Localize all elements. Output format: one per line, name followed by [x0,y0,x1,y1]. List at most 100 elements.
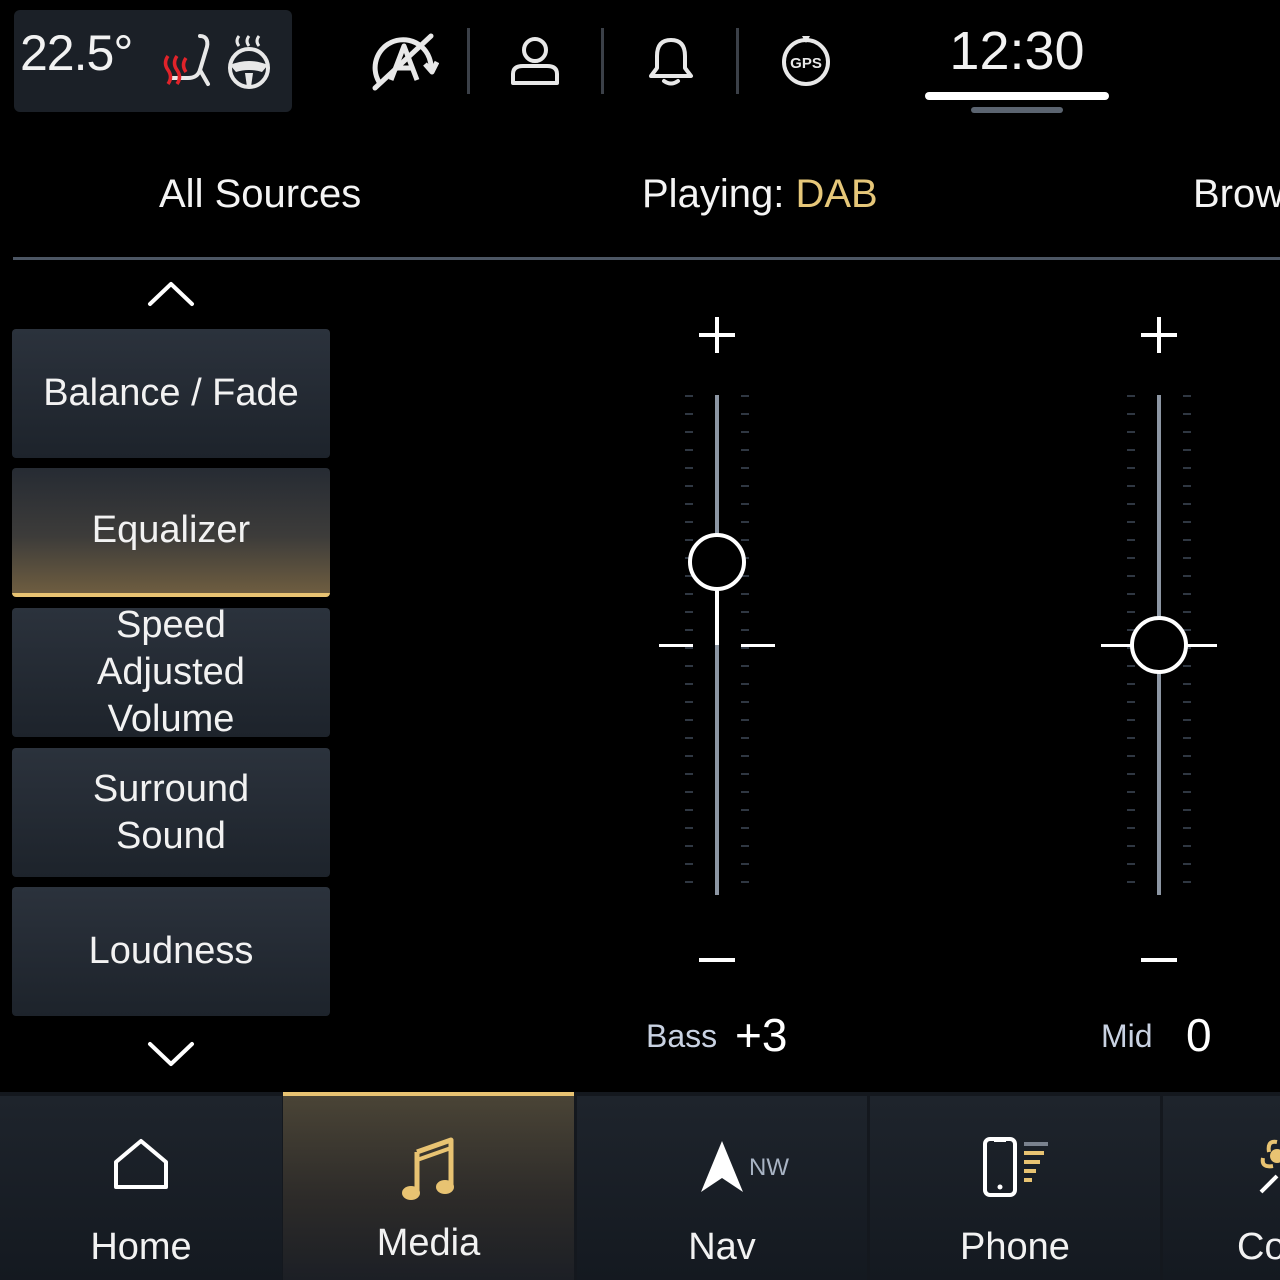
profile-icon[interactable] [510,36,560,86]
menu-surround-sound[interactable]: Surround Sound [12,748,330,877]
slider-tick [1183,863,1191,865]
slider-tick [685,521,693,523]
slider-tick [1183,773,1191,775]
slider-tick [685,863,693,865]
status-divider [467,28,470,94]
slider-tick [1127,539,1135,541]
slider-tick [1127,683,1135,685]
slider-tick [685,737,693,739]
slider-tick [741,755,749,757]
slider-tick [1127,719,1135,721]
status-divider [601,28,604,94]
slider-tick [741,395,749,397]
bass-knob[interactable] [688,532,746,591]
slider-tick [741,737,749,739]
slider-tick [1127,773,1135,775]
slider-tick [1127,485,1135,487]
slider-tick [741,521,749,523]
slider-tick [1183,485,1191,487]
slider-tick [741,683,749,685]
mid-minus-button[interactable] [1139,951,1179,969]
auto-stop-off-icon[interactable] [369,30,439,92]
gps-icon[interactable]: GPS [780,34,832,88]
slider-tick [741,701,749,703]
slider-tick [1127,809,1135,811]
bass-track[interactable] [715,395,719,895]
clock-underline-secondary [971,107,1063,113]
slider-tick [1127,827,1135,829]
nav-nav[interactable]: NW Nav [577,1096,867,1280]
slider-tick [1183,611,1191,613]
slider-tick [1183,557,1191,559]
slider-tick [1183,665,1191,667]
tab-playing[interactable]: Playing: DAB [642,172,878,217]
slider-tick [685,413,693,415]
slider-tick [685,773,693,775]
slider-tick [685,701,693,703]
slider-tick [1183,881,1191,883]
navigation-arrow-icon [577,1138,867,1196]
slider-tick [685,503,693,505]
slider-tick [1127,881,1135,883]
slider-tick [1183,719,1191,721]
nav-nav-label: Nav [688,1226,756,1268]
menu-speed-adjusted-volume[interactable]: Speed Adjusted Volume [12,604,330,740]
nav-home-label: Home [90,1226,192,1268]
mid-knob[interactable] [1130,616,1188,674]
slider-tick [1127,449,1135,451]
slider-tick [741,647,749,649]
slider-tick [1183,395,1191,397]
nav-climate[interactable]: Co [1163,1096,1280,1280]
slider-tick [1127,431,1135,433]
slider-tick [685,791,693,793]
nav-home[interactable]: Home [0,1096,282,1280]
slider-tick [685,827,693,829]
playing-prefix: Playing: [642,172,785,216]
nav-phone[interactable]: Phone [870,1096,1160,1280]
menu-balance-fade[interactable]: Balance / Fade [12,329,330,458]
slider-tick [685,845,693,847]
slider-tick [1183,593,1191,595]
slider-tick [1183,845,1191,847]
slider-tick [1183,503,1191,505]
menu-loudness[interactable]: Loudness [12,887,330,1016]
scroll-up-chevron-icon[interactable] [147,280,195,308]
slider-tick [1127,557,1135,559]
slider-tick [685,647,693,649]
nav-media[interactable]: Media [283,1092,574,1280]
nav-phone-label: Phone [960,1226,1070,1268]
gps-label: GPS [790,55,822,72]
slider-tick [1127,467,1135,469]
slider-tick [1127,701,1135,703]
menu-equalizer[interactable]: Equalizer [12,468,330,597]
clock-underline [925,92,1109,100]
slider-tick [1127,665,1135,667]
tab-browse[interactable]: Brow [1193,172,1280,217]
bass-value: +3 [735,1009,788,1061]
slider-tick [741,593,749,595]
mid-label: Mid [1101,1018,1153,1054]
slider-tick [741,431,749,433]
slider-tick [1183,755,1191,757]
phone-icon [870,1136,1160,1198]
notification-bell-icon[interactable] [648,36,694,86]
bass-minus-button[interactable] [697,951,737,969]
scroll-down-chevron-icon[interactable] [147,1040,195,1068]
bass-center-mark [659,644,693,647]
slider-tick [741,449,749,451]
heated-seat-icon[interactable] [160,32,214,92]
heated-steering-wheel-icon[interactable] [226,34,272,90]
clock[interactable]: 12:30 [925,14,1109,114]
mid-plus-button[interactable] [1139,315,1179,360]
slider-tick [1127,593,1135,595]
tab-all-sources[interactable]: All Sources [159,172,361,217]
slider-tick [741,611,749,613]
slider-tick [685,719,693,721]
slider-tick [1183,431,1191,433]
slider-tick [685,467,693,469]
slider-tick [1183,413,1191,415]
slider-tick [1127,791,1135,793]
bass-plus-button[interactable] [697,315,737,360]
slider-tick [741,485,749,487]
slider-tick [741,827,749,829]
